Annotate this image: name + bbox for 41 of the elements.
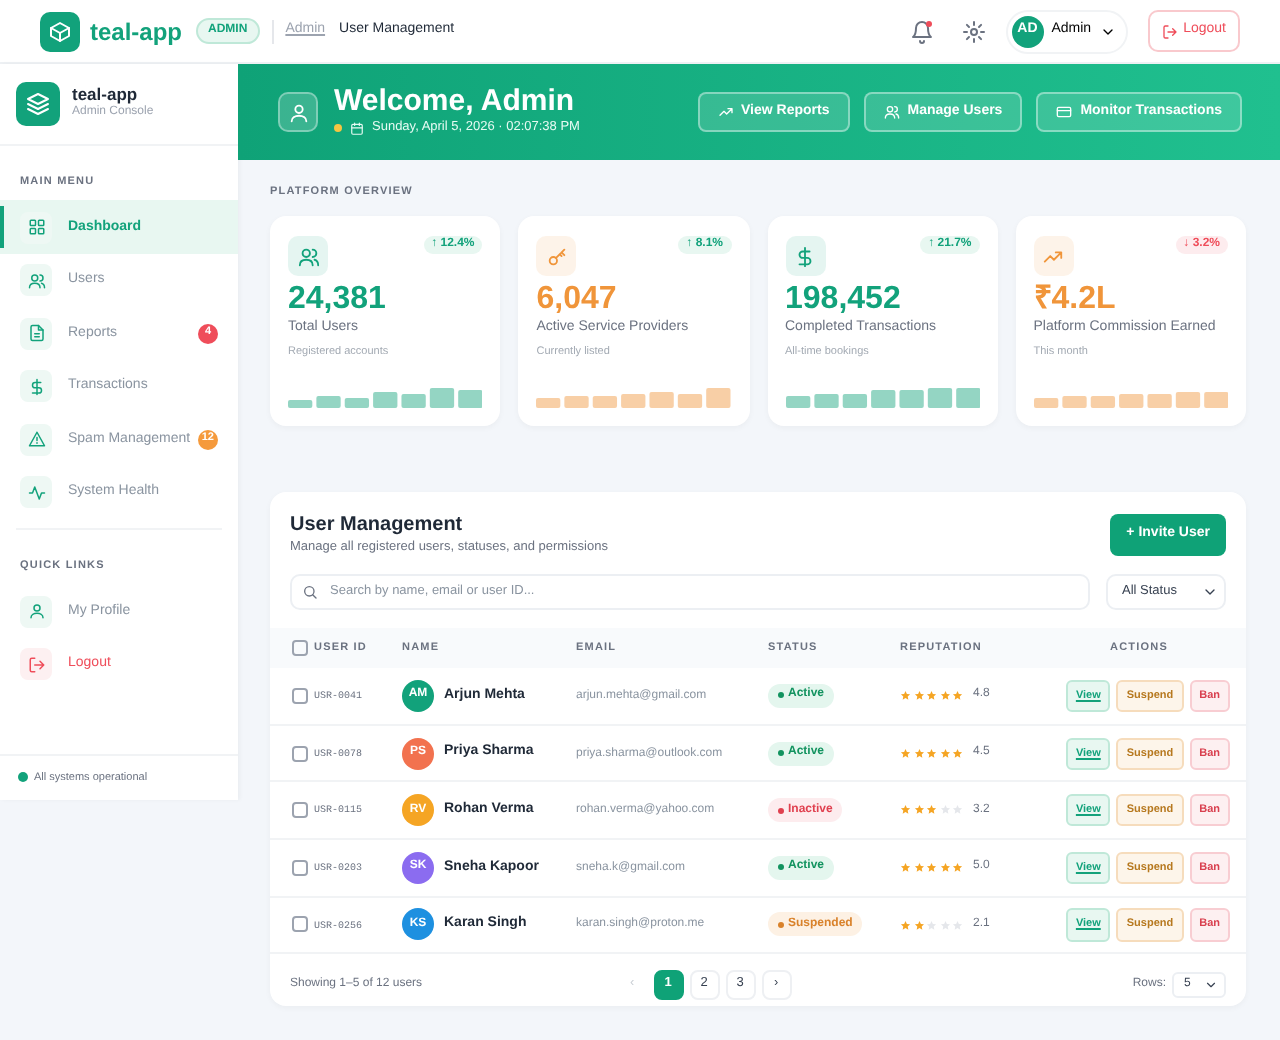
document-icon [27,324,45,342]
row-checkbox[interactable] [292,859,308,876]
stat-value: 6,047 [536,282,619,318]
layers-icon [26,92,50,116]
grid-icon [27,218,45,236]
dollar-icon [794,245,816,267]
cube-icon [48,19,72,43]
notification-button[interactable] [909,19,934,43]
sidebar-brand: teal-app [72,86,140,104]
row-checkbox[interactable] [292,916,308,933]
welcome-title: Welcome, Admin [334,85,577,119]
notification-icon [909,19,934,43]
logout-icon [27,655,45,674]
status-dot [18,772,28,783]
card-title: User Management [290,514,465,538]
select-all-checkbox[interactable] [292,639,308,656]
chart-line-icon [717,104,734,120]
stat-value: 198,452 [785,282,903,318]
row-checkbox[interactable] [292,802,308,819]
trend-up-icon [1042,245,1065,267]
card-icon [1056,104,1073,120]
key-icon [545,245,568,267]
pulse-icon [27,483,45,501]
stat-value: 24,381 [288,282,388,318]
warning-icon [27,430,45,448]
calendar-icon [350,121,364,136]
dollar-icon [27,377,45,395]
brand-name[interactable]: teal-app [90,13,183,49]
users-icon [297,245,319,267]
users-icon [883,104,900,120]
settings-icon [961,19,986,43]
logout-icon [1161,23,1178,39]
users-icon [27,271,45,289]
user-icon [287,101,309,123]
chevron-down-icon [1204,977,1218,992]
sparkle-icon [334,124,342,133]
stat-value: ₹4.2L [1033,282,1118,318]
user-icon [27,602,45,621]
settings-button[interactable] [961,19,986,43]
row-checkbox[interactable] [292,687,308,704]
row-checkbox[interactable] [292,745,308,762]
